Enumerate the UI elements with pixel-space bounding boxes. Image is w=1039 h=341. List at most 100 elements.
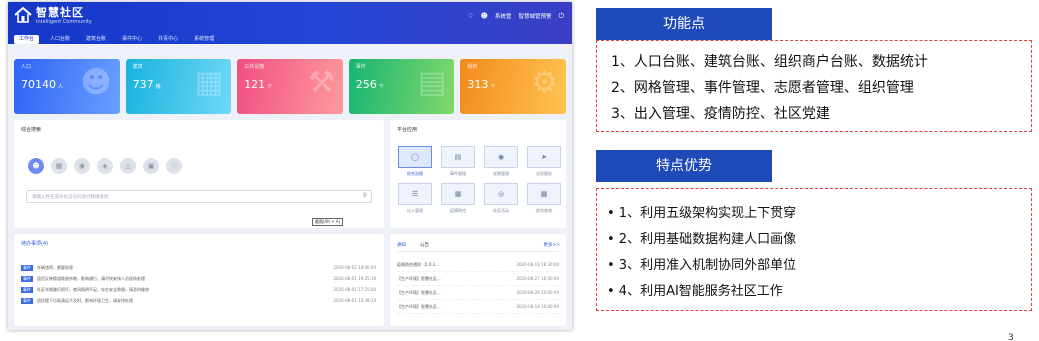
search-placeholder: 请输入姓名或身份证号码进行精确查找 — [32, 195, 109, 200]
search-input[interactable]: 请输入姓名或身份证号码进行精确查找 ⚲ — [26, 190, 372, 203]
stat-card-organization[interactable]: 组织 313 个 ⚙ — [460, 59, 566, 114]
news-item[interactable]: 疫情防控通知（2.0.2... 2020-08-19 18:30:00 — [397, 258, 559, 272]
main-nav: 工作台 人口台账 建筑台账 事件中心 共青中心 系统管理 — [14, 35, 219, 44]
shield-icon: ◯ — [398, 146, 432, 168]
camera-icon: ◉ — [484, 146, 518, 168]
todo-text: 社区东侧路灯损坏，夜间照明不足，存在安全隐患，请及时维修 — [37, 286, 149, 292]
app-tile[interactable]: ▤ 事件管理 — [440, 146, 476, 180]
event-icon[interactable]: ◈ — [97, 158, 113, 174]
stat-value: 737 — [132, 78, 154, 91]
todo-item[interactable]: 事件 居民反映楼道堆放杂物，影响通行，请尽快安排人员现场处理 2020-08-01 … — [21, 273, 376, 284]
advantages-box: • 1、利用五级架构实现上下贯穿 • 2、利用基础数据构建人口画像 • 3、利用… — [596, 188, 1032, 311]
news-item[interactable]: 【生产环境】智慧社区... 2020-08-18 10:00:00 — [397, 300, 559, 314]
nav-workbench[interactable]: 工作台 — [14, 35, 40, 44]
todo-panel-title[interactable]: 待办事项(4) — [21, 240, 48, 247]
app-tile-label: 志愿服务 — [536, 171, 552, 176]
user-icon[interactable]: ☻ — [481, 12, 488, 20]
news-time: 2020-08-18 10:00:00 — [516, 304, 559, 309]
divider — [397, 251, 559, 252]
todo-item[interactable]: 事件 车辆违停，需要处理 2020-08-02 18:00:00 — [21, 262, 376, 273]
app-tile[interactable]: ▦ 疫情防控 — [440, 183, 476, 217]
platform-panel-title: 平台应用 — [397, 127, 418, 133]
search-panel: 综合搜索 ☻ ▦ ◉ ◈ △ ▣ ♡ 请输入姓名或身份证号码进行精确查找 ⚲ 截… — [14, 120, 384, 228]
app-title: 智慧社区 — [36, 6, 84, 19]
wrench-icon: ⚒ — [307, 65, 335, 100]
todo-time: 2020-08-01 13:38:14 — [333, 298, 376, 303]
todo-tag: 事件 — [21, 286, 33, 293]
news-panel: 通知 公告 更多>> 疫情防控通知（2.0.2... 2020-08-19 18:… — [390, 234, 566, 326]
stat-card-building[interactable]: 建筑 737 幢 ▦ — [125, 59, 232, 114]
app-tile-label: 疫情防控 — [450, 208, 466, 213]
app-tile[interactable]: ◉ 党建管理 — [483, 146, 519, 180]
feature-line: 1、人口台账、建筑台账、组织商户台账、数据统计 — [611, 54, 928, 70]
power-icon[interactable]: ⏻ — [558, 12, 564, 20]
stat-unit: 个 — [490, 84, 496, 90]
news-tabs: 通知 公告 — [397, 242, 429, 248]
app-logo[interactable]: 智慧社区 Intelligent Community — [14, 7, 92, 25]
tab-announcement[interactable]: 公告 — [420, 242, 429, 248]
app-tile[interactable]: ☰ 出入管理 — [397, 183, 433, 217]
bell-icon[interactable]: ♢ — [467, 12, 473, 20]
app-tile[interactable]: ◯ 综合治理 — [397, 146, 433, 180]
features-heading: 功能点 — [596, 8, 772, 40]
nav-youth[interactable]: 共青中心 — [153, 35, 183, 44]
todo-item[interactable]: 事件 居民楼下垃圾清运不及时，影响环境卫生，请安排处理 2020-08-01 13:… — [21, 295, 376, 306]
news-time: 2020-08-27 16:00:00 — [516, 276, 559, 281]
screenshot-tooltip: 截图(Alt + A) — [312, 218, 344, 226]
news-text: 【生产环境】智慧社区... — [397, 289, 441, 295]
org-name[interactable]: 智慧城管预警 — [518, 12, 551, 20]
stat-unit: 个 — [267, 84, 273, 90]
todo-item[interactable]: 事件 社区东侧路灯损坏，夜间照明不足，存在安全隐患，请及时维修 2020-08-01… — [21, 284, 376, 295]
todo-time: 2020-08-01 19:25:10 — [333, 276, 376, 281]
house-icon[interactable]: ▣ — [143, 158, 159, 174]
house-logo-icon — [14, 7, 32, 23]
search-category-icons: ☻ ▦ ◉ ◈ △ ▣ ♡ — [28, 158, 182, 174]
app-subtitle: Intelligent Community — [36, 19, 92, 25]
stat-unit: 个 — [378, 84, 384, 90]
stat-card-facility[interactable]: 公共设施 121 个 ⚒ — [237, 59, 343, 114]
stat-card-event[interactable]: 事件 256 个 ▤ — [348, 59, 455, 114]
person-icon[interactable]: ☻ — [28, 158, 44, 174]
app-tile[interactable]: ➤ 志愿服务 — [526, 146, 562, 180]
volunteer-icon[interactable]: ♡ — [166, 158, 182, 174]
header-tools: ♢ ☻ 系统管 智慧城管预警 ⏻ — [467, 12, 564, 20]
nav-system[interactable]: 系统管理 — [189, 35, 219, 44]
stat-card-population[interactable]: 人口 70140 人 ☻ — [14, 59, 120, 114]
app-tile-label: 社区活动 — [493, 208, 509, 213]
todo-time: 2020-08-02 18:00:00 — [333, 265, 376, 270]
todo-tag: 事件 — [21, 275, 33, 282]
stat-unit: 人 — [58, 84, 64, 90]
stat-unit: 幢 — [155, 84, 161, 90]
todo-tag: 事件 — [21, 297, 33, 304]
app-tile[interactable]: ◎ 社区活动 — [483, 183, 519, 217]
slide: 智慧社区 Intelligent Community ♢ ☻ 系统管 智慧城管预… — [0, 0, 1039, 341]
building-icon: ▦ — [194, 65, 224, 100]
search-icon[interactable]: ⚲ — [363, 192, 367, 199]
organization-icon[interactable]: △ — [120, 158, 136, 174]
todo-text: 居民楼下垃圾清运不及时，影响环境卫生，请安排处理 — [37, 297, 133, 303]
organization-icon: ⚙ — [531, 65, 558, 100]
more-link[interactable]: 更多>> — [543, 242, 560, 248]
feature-line: 2、网格管理、事件管理、志愿者管理、组织管理 — [611, 80, 914, 96]
news-item[interactable]: 【生产环境】智慧社区... 2020-08-27 16:00:00 — [397, 272, 559, 286]
advantage-line: • 2、利用基础数据构建人口画像 — [607, 232, 797, 247]
stat-value: 121 — [244, 78, 266, 91]
todo-panel: 待办事项(4) 事件 车辆违停，需要处理 2020-08-02 18:00:00 事… — [14, 234, 384, 326]
news-text: 疫情防控通知（2.0.2... — [397, 261, 439, 267]
nav-events[interactable]: 事件中心 — [117, 35, 147, 44]
stat-value: 70140 — [21, 78, 56, 91]
person-icon: ☻ — [80, 65, 112, 100]
nav-population[interactable]: 人口台账 — [45, 35, 75, 44]
send-icon: ➤ — [527, 146, 561, 168]
tab-notice[interactable]: 通知 — [397, 242, 406, 248]
news-item[interactable]: 【生产环境】智慧社区... 2020-08-26 10:00:00 — [397, 286, 559, 300]
app-tile[interactable]: ▩ 综合查询 — [526, 183, 562, 217]
facility-icon[interactable]: ◉ — [74, 158, 90, 174]
grid-icon: ▦ — [441, 183, 475, 205]
user-name[interactable]: 系统管 — [495, 12, 512, 20]
app-tile-label: 党建管理 — [493, 171, 509, 176]
todo-list: 事件 车辆违停，需要处理 2020-08-02 18:00:00 事件 居民反映楼道堆… — [21, 262, 376, 306]
calendar-icon: ▤ — [418, 65, 447, 100]
nav-building[interactable]: 建筑台账 — [81, 35, 111, 44]
building-icon[interactable]: ▦ — [51, 158, 67, 174]
